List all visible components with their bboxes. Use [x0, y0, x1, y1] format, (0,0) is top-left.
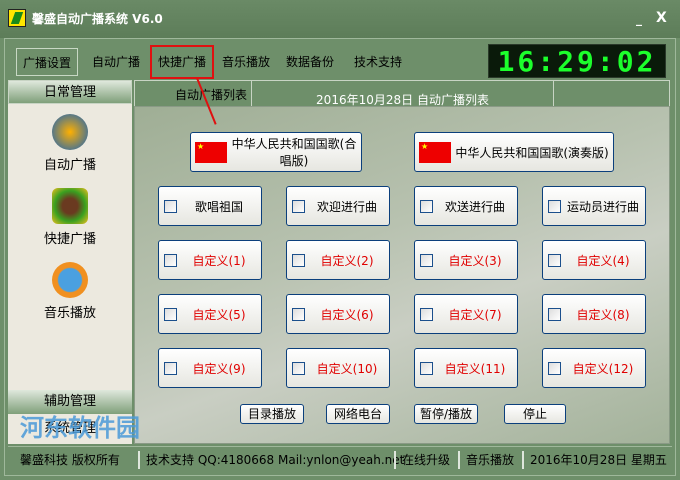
app-logo-icon — [8, 9, 26, 27]
menu-broadcast-settings[interactable]: 广播设置 — [16, 48, 79, 76]
checkbox[interactable] — [548, 361, 561, 375]
button-label: 自定义(10) — [316, 361, 378, 376]
button-label: 自定义(6) — [320, 307, 374, 322]
button-label: 自定义(4) — [576, 253, 630, 268]
status-support: 技术支持 QQ:4180668 Mail:ynlon@yeah.net — [138, 451, 404, 469]
song-button[interactable]: 欢送进行曲 — [414, 186, 518, 226]
globe-icon — [52, 114, 88, 150]
sidebar-item-label: 音乐播放 — [43, 306, 96, 321]
palm-tree-icon — [52, 188, 88, 224]
button-label: 运动员进行曲 — [566, 199, 639, 214]
custom-button[interactable]: 自定义(11) — [414, 348, 518, 388]
checkbox[interactable] — [292, 361, 305, 375]
menu-auto-broadcast[interactable]: 自动广播 — [86, 48, 146, 76]
checkbox[interactable] — [548, 199, 561, 213]
button-label: 自定义(9) — [192, 361, 246, 376]
checkbox[interactable] — [420, 253, 433, 267]
song-button[interactable]: 欢迎进行曲 — [286, 186, 390, 226]
custom-button[interactable]: 自定义(3) — [414, 240, 518, 280]
button-label: 自定义(1) — [192, 253, 246, 268]
custom-button[interactable]: 自定义(7) — [414, 294, 518, 334]
button-label: 自定义(11) — [444, 361, 506, 376]
dir-play-button[interactable]: 目录播放 — [240, 404, 304, 424]
play-icon — [52, 262, 88, 298]
checkbox[interactable] — [164, 199, 177, 213]
sidebar-item-label: 自动广播 — [43, 158, 96, 173]
button-label: 歌唱祖国 — [194, 199, 243, 214]
menu-quick-broadcast[interactable]: 快捷广播 — [150, 45, 215, 79]
custom-button[interactable]: 自定义(2) — [286, 240, 390, 280]
custom-button[interactable]: 自定义(5) — [158, 294, 262, 334]
custom-button[interactable]: 自定义(4) — [542, 240, 646, 280]
checkbox[interactable] — [164, 361, 177, 375]
button-label: 自定义(3) — [448, 253, 502, 268]
checkbox[interactable] — [292, 307, 305, 321]
checkbox[interactable] — [164, 253, 177, 267]
sidebar: 自动广播 快捷广播 音乐播放 — [8, 104, 132, 390]
title-bar: 馨盛自动广播系统 V6.0 _ X — [0, 0, 680, 38]
status-upgrade[interactable]: 在线升级 — [394, 451, 450, 469]
button-label: 中华人民共和国国歌(合唱版) — [231, 137, 357, 168]
checkbox[interactable] — [292, 199, 305, 213]
minimize-button[interactable]: _ — [636, 12, 642, 26]
button-label: 欢送进行曲 — [444, 199, 505, 214]
button-label: 自定义(7) — [448, 307, 502, 322]
stop-button[interactable]: 停止 — [504, 404, 566, 424]
button-label: 中华人民共和国国歌(演奏版) — [455, 145, 609, 160]
china-flag-icon — [195, 141, 227, 163]
button-label: 自定义(5) — [192, 307, 246, 322]
anthem-button[interactable]: 中华人民共和国国歌(演奏版) — [414, 132, 614, 172]
checkbox[interactable] — [420, 199, 433, 213]
status-date: 2016年10月28日 星期五 — [522, 451, 667, 469]
menu-tech-support[interactable]: 技术支持 — [348, 48, 408, 76]
sidebar-item-music-play[interactable]: 音乐播放 — [8, 262, 132, 321]
clock-display: 16:29:02 — [488, 44, 666, 78]
close-button[interactable]: X — [656, 10, 667, 26]
button-label: 自定义(8) — [576, 307, 630, 322]
window-title: 馨盛自动广播系统 V6.0 — [32, 12, 163, 26]
song-button[interactable]: 歌唱祖国 — [158, 186, 262, 226]
button-label: 自定义(2) — [320, 253, 374, 268]
custom-button[interactable]: 自定义(12) — [542, 348, 646, 388]
song-button[interactable]: 运动员进行曲 — [542, 186, 646, 226]
menu-music-play[interactable]: 音乐播放 — [216, 48, 276, 76]
custom-button[interactable]: 自定义(8) — [542, 294, 646, 334]
watermark: 河东软件园 — [20, 414, 140, 442]
menu-data-backup[interactable]: 数据备份 — [280, 48, 340, 76]
china-flag-icon — [419, 141, 451, 163]
custom-button[interactable]: 自定义(6) — [286, 294, 390, 334]
status-music[interactable]: 音乐播放 — [458, 451, 514, 469]
sidebar-item-quick-broadcast[interactable]: 快捷广播 — [8, 188, 132, 247]
anthem-button[interactable]: 中华人民共和国国歌(合唱版) — [190, 132, 362, 172]
custom-button[interactable]: 自定义(1) — [158, 240, 262, 280]
button-label: 自定义(12) — [572, 361, 634, 376]
pause-play-button[interactable]: 暂停/播放 — [414, 404, 478, 424]
checkbox[interactable] — [420, 307, 433, 321]
sidebar-item-label: 快捷广播 — [43, 232, 96, 247]
checkbox[interactable] — [548, 307, 561, 321]
checkbox[interactable] — [420, 361, 433, 375]
checkbox[interactable] — [164, 307, 177, 321]
checkbox[interactable] — [548, 253, 561, 267]
custom-button[interactable]: 自定义(9) — [158, 348, 262, 388]
list-title: 2016年10月28日 自动广播列表 — [252, 80, 554, 107]
sidebar-item-auto-broadcast[interactable]: 自动广播 — [8, 114, 132, 173]
tab-auto-broadcast-list[interactable]: 自动广播列表 — [134, 80, 252, 106]
button-label: 欢迎进行曲 — [316, 199, 377, 214]
status-copyright: 馨盛科技 版权所有 — [20, 453, 120, 467]
net-radio-button[interactable]: 网络电台 — [326, 404, 390, 424]
custom-button[interactable]: 自定义(10) — [286, 348, 390, 388]
checkbox[interactable] — [292, 253, 305, 267]
sidebar-header-daily[interactable]: 日常管理 — [8, 80, 132, 104]
